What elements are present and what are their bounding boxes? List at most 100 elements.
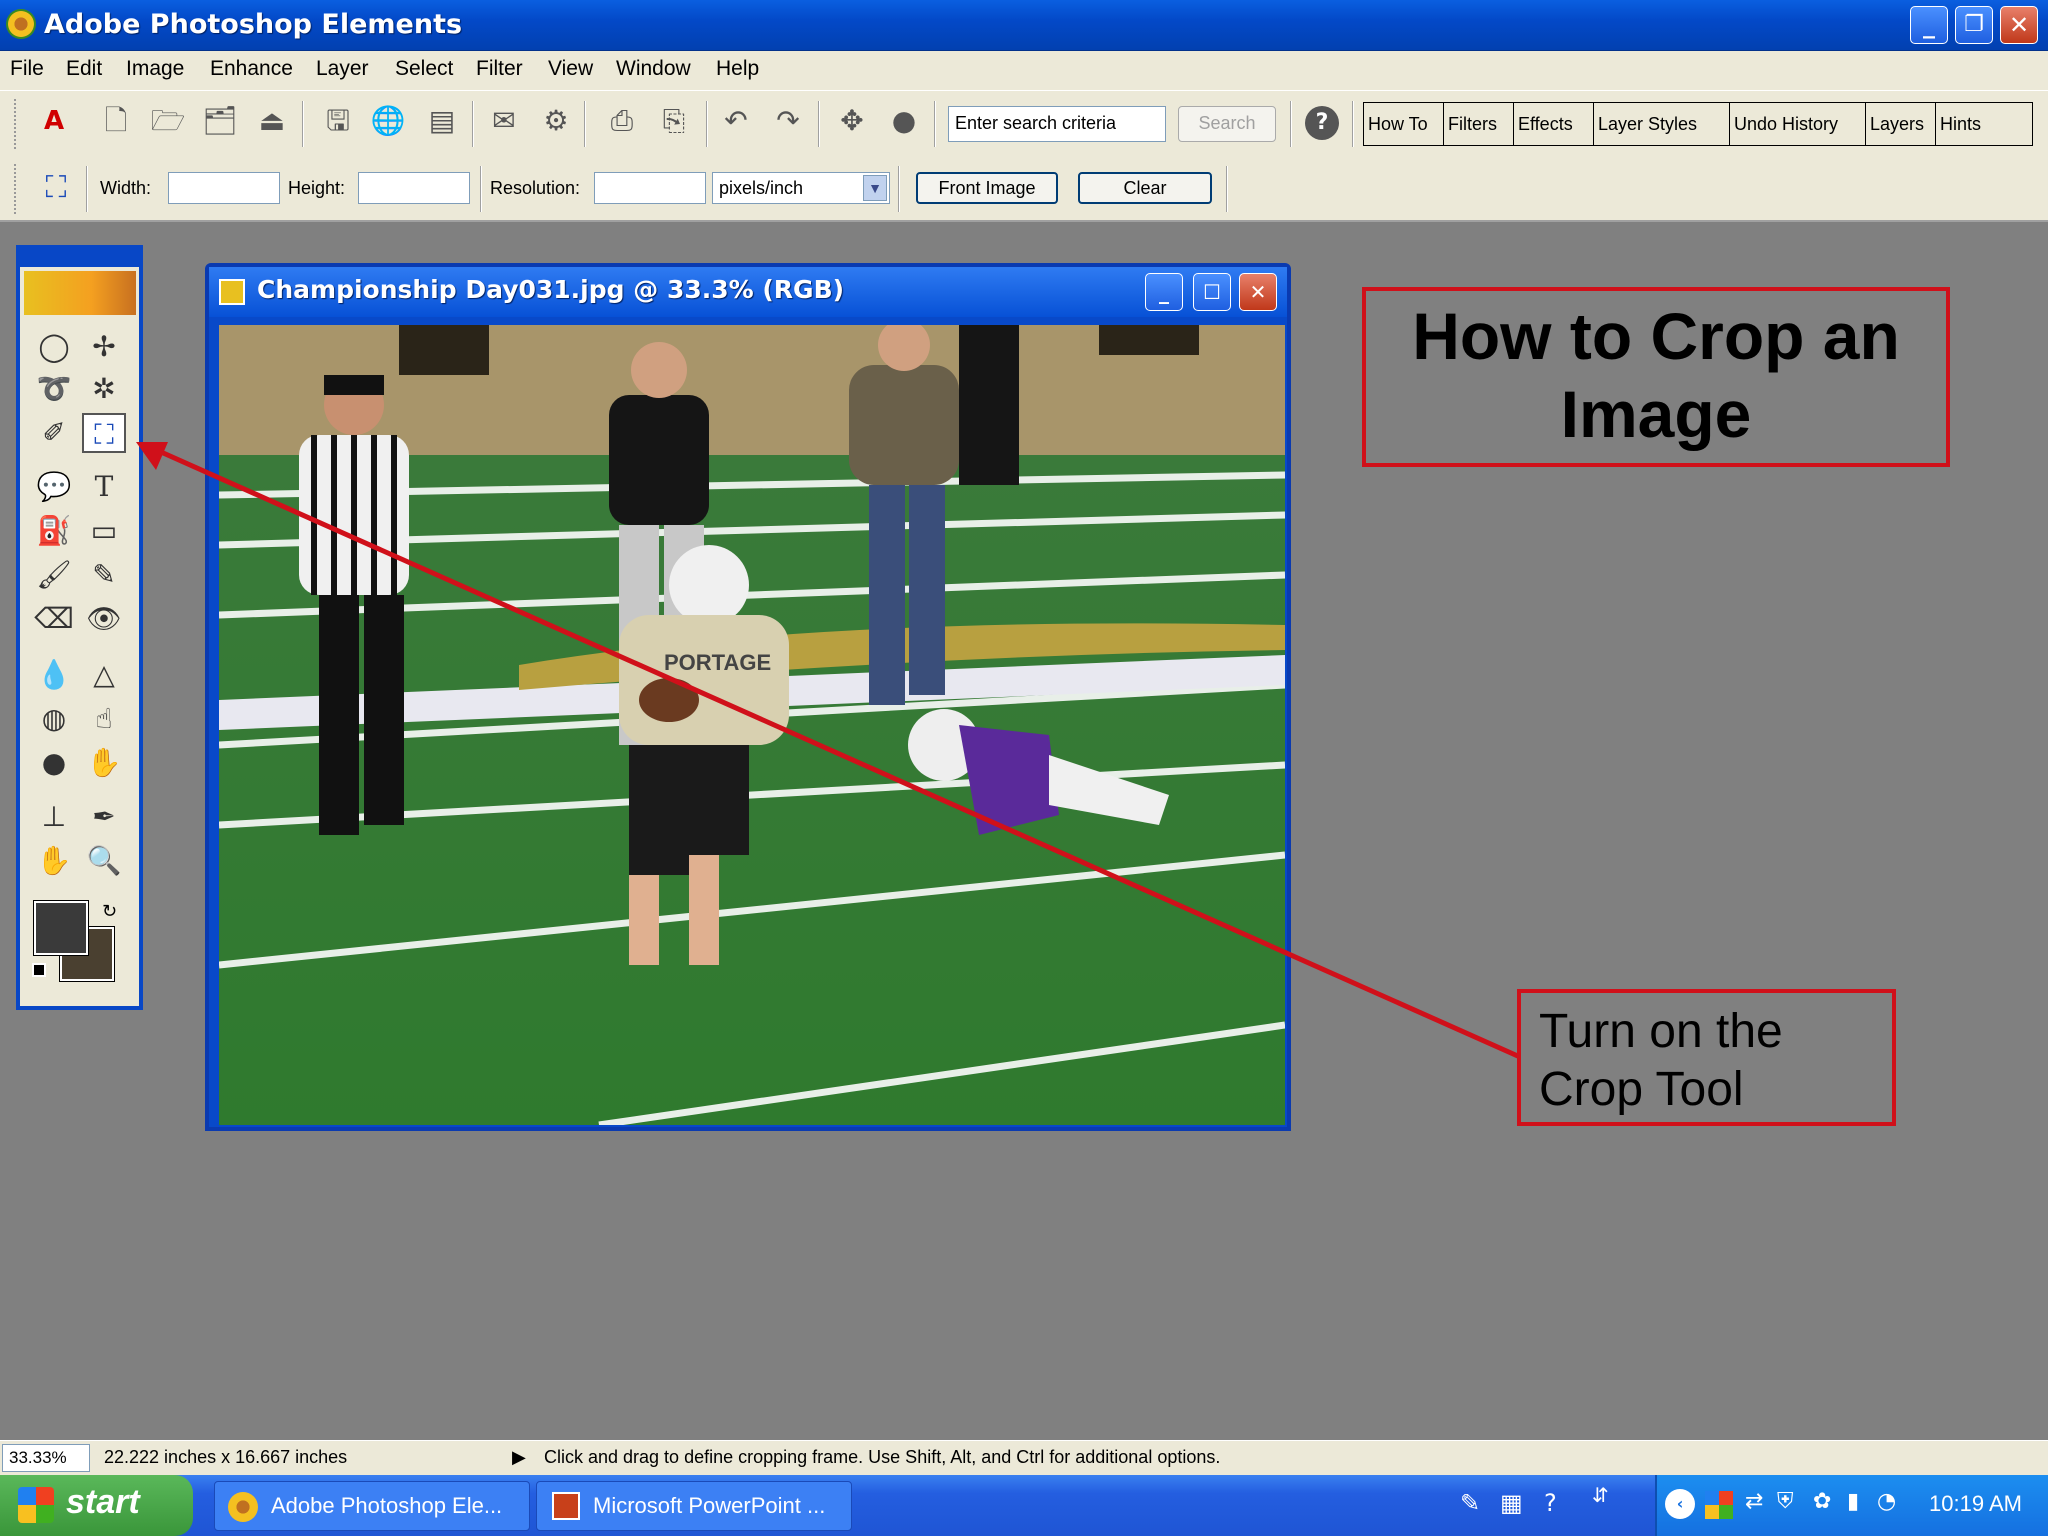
paint-bucket-icon[interactable]: ⛽ — [32, 511, 76, 551]
football-photo[interactable]: PORTAGE — [219, 325, 1285, 1125]
tab-how-to[interactable]: How To — [1364, 103, 1444, 145]
menu-enhance[interactable]: Enhance — [210, 57, 293, 81]
smudge-tool-icon[interactable]: ☝ — [82, 699, 126, 739]
zoom-field[interactable]: 33.33% — [2, 1444, 90, 1472]
pencil-tool-icon[interactable]: ✎ — [82, 555, 126, 595]
taskbar-item-powerpoint[interactable]: Microsoft PowerPoint ... — [536, 1481, 852, 1531]
crop-tool-button[interactable]: ⛶ — [82, 413, 126, 453]
search-button[interactable]: Search — [1178, 106, 1276, 142]
pen-icon[interactable]: ✎ — [1460, 1489, 1480, 1517]
height-label: Height: — [288, 178, 346, 198]
resolution-field[interactable] — [594, 172, 706, 204]
start-button[interactable]: start — [0, 1475, 193, 1536]
minimize-button[interactable]: _ — [1910, 6, 1948, 44]
print-icon[interactable]: ⎙ — [604, 103, 640, 139]
front-image-button[interactable]: Front Image — [916, 172, 1058, 204]
signal-icon[interactable]: ▮ — [1847, 1489, 1859, 1514]
taskbar-item-photoshop[interactable]: Adobe Photoshop Ele... — [214, 1481, 530, 1531]
undo-icon[interactable]: ↶ — [718, 103, 754, 139]
units-select[interactable]: pixels/inch ▼ — [712, 172, 890, 204]
color-variations-icon[interactable]: ● — [886, 103, 922, 139]
menu-select[interactable]: Select — [395, 57, 453, 81]
width-field[interactable] — [168, 172, 280, 204]
adobe-logo-icon[interactable]: A — [36, 103, 72, 139]
magic-wand-icon[interactable]: ✲ — [82, 369, 126, 409]
chevron-down-icon[interactable]: ▼ — [863, 175, 887, 201]
search-input[interactable]: Enter search criteria — [948, 106, 1166, 142]
move-tool-icon[interactable]: ✢ — [82, 327, 126, 367]
toolbox: ◯ ✢ ➰ ✲ ✐ ⛶ 💬 T ⛽ ▭ 🖌 ✎ ⌫ 👁 💧 △ ◍ ☝ ● ✋ … — [16, 245, 143, 1010]
save-icon[interactable]: 🖫 — [320, 103, 356, 139]
dodge-tool-icon[interactable]: ● — [32, 743, 76, 783]
eraser-tool-icon[interactable]: ⌫ — [32, 599, 76, 639]
eyedropper-icon[interactable]: ✒ — [82, 797, 126, 837]
clone-stamp-icon[interactable]: ⊥ — [32, 797, 76, 837]
foreground-color-swatch[interactable] — [33, 900, 89, 956]
marquee-tool-icon[interactable]: ◯ — [32, 327, 76, 367]
menu-help[interactable]: Help — [716, 57, 759, 81]
print-preview-icon[interactable]: ⎘ — [656, 103, 692, 139]
clear-button[interactable]: Clear — [1078, 172, 1212, 204]
default-colors-icon[interactable] — [32, 963, 46, 977]
step-backward-icon[interactable]: ✥ — [834, 103, 870, 139]
help-tray-icon[interactable]: ? — [1544, 1489, 1557, 1517]
toolbox-logo — [24, 271, 136, 315]
import-icon[interactable]: ⏏ — [254, 103, 290, 139]
online-services-icon[interactable]: ⚙ — [538, 103, 574, 139]
volume-icon[interactable]: ◔ — [1877, 1489, 1896, 1514]
burn-tool-icon[interactable]: ✋ — [82, 743, 126, 783]
tab-layer-styles[interactable]: Layer Styles — [1594, 103, 1730, 145]
menu-edit[interactable]: Edit — [66, 57, 102, 81]
browse-icon[interactable]: 🗂 — [202, 103, 238, 139]
menu-view[interactable]: View — [548, 57, 593, 81]
zoom-tool-icon[interactable]: 🔍 — [82, 841, 126, 881]
lasso-tool-icon[interactable]: ➰ — [32, 369, 76, 409]
doc-minimize-button[interactable]: _ — [1145, 273, 1183, 311]
height-field[interactable] — [358, 172, 470, 204]
sharpen-tool-icon[interactable]: △ — [82, 655, 126, 695]
menu-file[interactable]: File — [10, 57, 44, 81]
toolbar-grip[interactable] — [14, 99, 18, 149]
tray-app-icon[interactable] — [1705, 1491, 1733, 1519]
tab-undo-history[interactable]: Undo History — [1730, 103, 1866, 145]
menu-image[interactable]: Image — [126, 57, 184, 81]
hand-tool-icon[interactable]: ✋ — [32, 841, 76, 881]
restore-tray-icon[interactable]: ⇵ — [1592, 1483, 1609, 1507]
blur-tool-icon[interactable]: 💧 — [32, 655, 76, 695]
chevron-left-icon[interactable]: ‹ — [1665, 1489, 1695, 1519]
options-grip[interactable] — [14, 164, 18, 214]
tab-effects[interactable]: Effects — [1514, 103, 1594, 145]
status-menu-arrow-icon[interactable]: ▶ — [512, 1447, 526, 1468]
network-icon[interactable]: ⇄ — [1745, 1489, 1763, 1514]
language-bar-icon[interactable]: ▦ — [1500, 1489, 1523, 1517]
security-icon[interactable]: ⛨ — [1777, 1489, 1794, 1514]
brush-tool-icon[interactable]: 🖌 — [32, 555, 76, 595]
doc-close-button[interactable]: ✕ — [1239, 273, 1277, 311]
type-tool-icon[interactable]: T — [82, 467, 126, 507]
sponge-tool-icon[interactable]: ◍ — [32, 699, 76, 739]
redo-icon[interactable]: ↷ — [770, 103, 806, 139]
help-icon[interactable]: ? — [1305, 106, 1339, 140]
update-icon[interactable]: ✿ — [1813, 1489, 1831, 1514]
red-eye-tool-icon[interactable]: 👁 — [82, 599, 126, 639]
swap-colors-icon[interactable]: ↻ — [102, 901, 117, 922]
save-for-web-icon[interactable]: 🌐 — [370, 103, 406, 139]
pdf-icon[interactable]: ▤ — [424, 103, 460, 139]
options-separator — [898, 166, 900, 212]
document-size: 22.222 inches x 16.667 inches — [104, 1447, 348, 1467]
selection-brush-icon[interactable]: ✐ — [32, 413, 76, 453]
menu-filter[interactable]: Filter — [476, 57, 523, 81]
restore-button[interactable]: ❐ — [1955, 6, 1993, 44]
tab-filters[interactable]: Filters — [1444, 103, 1514, 145]
close-button[interactable]: ✕ — [2000, 6, 2038, 44]
doc-maximize-button[interactable]: ☐ — [1193, 273, 1231, 311]
gradient-tool-icon[interactable]: ▭ — [82, 511, 126, 551]
tab-layers[interactable]: Layers — [1866, 103, 1936, 145]
tab-hints[interactable]: Hints — [1936, 103, 2032, 145]
open-file-icon[interactable]: 🗁 — [150, 103, 186, 139]
attach-email-icon[interactable]: ✉ — [486, 103, 522, 139]
menu-window[interactable]: Window — [616, 57, 691, 81]
custom-shape-icon[interactable]: 💬 — [32, 467, 76, 507]
menu-layer[interactable]: Layer — [316, 57, 369, 81]
new-file-icon[interactable]: 🗋 — [98, 103, 134, 139]
